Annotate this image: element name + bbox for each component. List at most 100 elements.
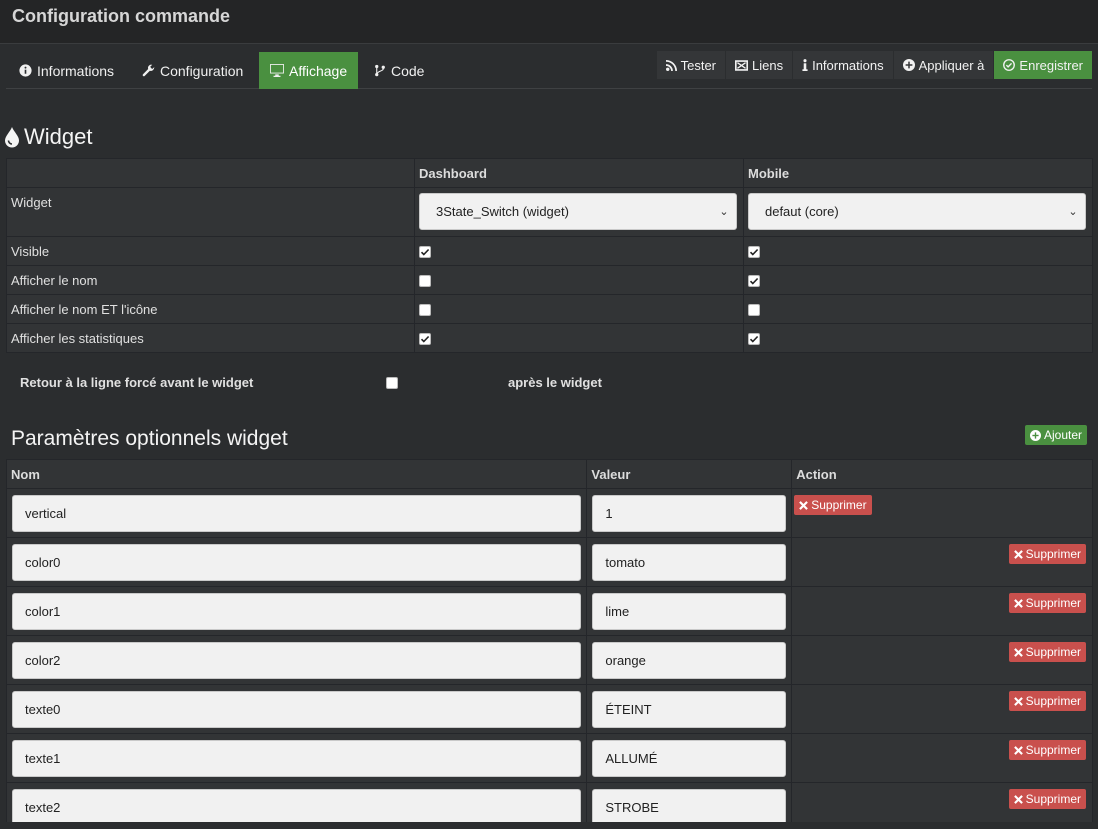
delete-param-button[interactable]: Supprimer: [1008, 642, 1086, 662]
param-row: texte1 ALLUMÉ Supprimer: [5, 733, 1093, 783]
checkmark-icon: [420, 248, 430, 256]
delete-param-button[interactable]: Supprimer: [794, 495, 872, 515]
param-action-cell: Supprimer: [791, 488, 1093, 538]
param-value-input[interactable]: ÉTEINT: [592, 690, 787, 728]
dashboard-widget-select[interactable]: 3State_Switch (widget) ⌄: [419, 193, 737, 230]
param-value-text: tomato: [605, 554, 646, 570]
dashboard-option-cell: [414, 236, 744, 266]
param-action-cell: Supprimer: [791, 733, 1093, 783]
mobile-widget-cell: defaut (core) ⌄: [742, 187, 1094, 237]
param-value-text: 1: [605, 505, 613, 521]
appliquer-button[interactable]: Appliquer à: [892, 51, 994, 79]
branch-icon: [375, 64, 385, 77]
param-value-input[interactable]: lime: [592, 592, 787, 630]
wrench-icon: [142, 64, 155, 77]
tab-affichage[interactable]: Affichage: [259, 52, 359, 89]
show-name-icon-dashboard-checkbox[interactable]: [419, 304, 431, 316]
param-name-value: color2: [25, 652, 61, 668]
liens-label: Liens: [752, 57, 784, 73]
mobile-option-cell: [742, 323, 1094, 353]
info-circle-icon: [19, 64, 32, 77]
droplet-icon: [5, 127, 19, 148]
param-value-input[interactable]: tomato: [592, 543, 787, 581]
param-value-input[interactable]: 1: [592, 494, 787, 532]
checkmark-icon: [749, 335, 759, 343]
param-name-value: texte1: [25, 750, 61, 766]
param-name-input[interactable]: texte0: [12, 690, 582, 728]
widget-table-header: Dashboard Mobile: [6, 158, 1094, 188]
tester-label: Tester: [680, 57, 717, 73]
param-name-cell: color2: [5, 635, 588, 685]
empty-header: [6, 158, 415, 188]
delete-label: Supprimer: [1025, 792, 1081, 806]
param-name-input[interactable]: color1: [12, 592, 582, 630]
mobile-widget-select[interactable]: defaut (core) ⌄: [747, 193, 1086, 230]
param-row: color2 orange Supprimer: [5, 635, 1093, 685]
close-icon: [1013, 745, 1023, 755]
delete-param-button[interactable]: Supprimer: [1008, 593, 1086, 613]
enregistrer-button[interactable]: Enregistrer: [993, 51, 1092, 79]
add-param-button[interactable]: Ajouter: [1025, 425, 1088, 445]
dashboard-widget-cell: 3State_Switch (widget) ⌄: [414, 187, 744, 237]
dashboard-option-cell: [414, 294, 744, 324]
tab-configuration[interactable]: Configuration: [131, 52, 254, 89]
visible-mobile-checkbox[interactable]: [747, 246, 760, 258]
param-name-input[interactable]: vertical: [12, 494, 582, 532]
newline-before-label: Retour à la ligne forcé avant le widget: [20, 375, 254, 390]
delete-label: Supprimer: [1025, 694, 1081, 708]
param-name-input[interactable]: texte1: [12, 739, 582, 777]
param-value-text: orange: [605, 652, 646, 668]
delete-param-button[interactable]: Supprimer: [1008, 691, 1086, 711]
plus-circle-icon: [1030, 429, 1041, 441]
param-name-input[interactable]: color2: [12, 641, 582, 679]
widget-section-title: Widget: [4, 124, 92, 150]
delete-param-button[interactable]: Supprimer: [1008, 789, 1086, 809]
show-name-dashboard-checkbox[interactable]: [419, 275, 431, 287]
param-value-cell: ALLUMÉ: [586, 733, 793, 783]
tab-code[interactable]: Code: [363, 52, 435, 89]
widget-option-row: Afficher les statistiques: [6, 323, 1094, 353]
show-stats-mobile-checkbox[interactable]: [747, 333, 760, 345]
delete-param-button[interactable]: Supprimer: [1008, 544, 1086, 564]
widget-row-label: Widget: [6, 187, 415, 237]
enregistrer-label: Enregistrer: [1019, 57, 1083, 73]
close-icon: [1013, 696, 1023, 706]
informations-button[interactable]: Informations: [792, 51, 893, 79]
liens-button[interactable]: Liens: [725, 51, 793, 79]
option-label: Afficher les statistiques: [6, 323, 415, 353]
visible-dashboard-checkbox[interactable]: [419, 246, 431, 258]
show-name-icon-mobile-checkbox[interactable]: [747, 304, 760, 316]
param-name-input[interactable]: color0: [12, 543, 582, 581]
close-icon: [1013, 549, 1023, 559]
dashboard-header: Dashboard: [414, 158, 744, 188]
widget-table: Dashboard Mobile Widget 3State_Switch (w…: [6, 158, 1094, 353]
param-name-cell: vertical: [5, 488, 588, 538]
param-value-input[interactable]: STROBE: [592, 788, 787, 826]
param-value-text: ÉTEINT: [605, 701, 652, 717]
tab-informations[interactable]: Informations: [8, 52, 125, 89]
param-name-cell: texte0: [5, 684, 588, 734]
param-name-input[interactable]: texte2: [12, 788, 582, 826]
param-value-cell: 1: [586, 488, 793, 538]
checkmark-icon: [420, 335, 430, 343]
info-icon: [802, 59, 808, 71]
tab-label: Configuration: [160, 62, 244, 79]
param-row: texte0 ÉTEINT Supprimer: [5, 684, 1093, 734]
check-circle-icon: [1003, 59, 1016, 71]
param-value-input[interactable]: orange: [592, 641, 787, 679]
delete-param-button[interactable]: Supprimer: [1008, 740, 1086, 760]
param-value-input[interactable]: ALLUMÉ: [592, 739, 787, 777]
close-icon: [1013, 598, 1023, 608]
delete-label: Supprimer: [1025, 547, 1081, 561]
action-header: Action: [791, 459, 1093, 489]
show-stats-dashboard-checkbox[interactable]: [419, 333, 431, 345]
mobile-option-cell: [742, 294, 1094, 324]
tester-button[interactable]: Tester: [655, 51, 726, 79]
param-name-value: color0: [25, 554, 61, 570]
mobile-option-cell: [742, 265, 1094, 295]
newline-before-checkbox[interactable]: [386, 377, 398, 389]
checkmark-icon: [749, 248, 759, 256]
delete-label: Supprimer: [1025, 645, 1081, 659]
value-header: Valeur: [586, 459, 793, 489]
show-name-mobile-checkbox[interactable]: [747, 275, 760, 287]
